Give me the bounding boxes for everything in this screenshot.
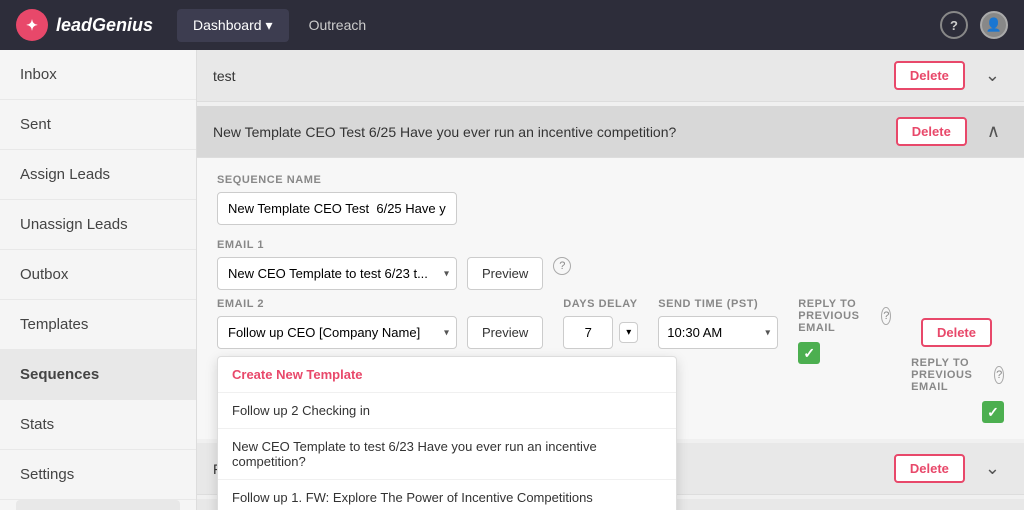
- sequence-header-test: test Delete ⌄: [197, 50, 1024, 102]
- email2-dropdown: Create New Template Follow up 2 Checking…: [217, 356, 677, 510]
- sequence-title-ceo: New Template CEO Test 6/25 Have you ever…: [213, 124, 896, 140]
- reply2-checkbox[interactable]: [982, 401, 1004, 423]
- logo-text: leadGenius: [56, 15, 153, 36]
- reply2-help-icon[interactable]: ?: [994, 366, 1004, 384]
- sidebar-item-sent[interactable]: Sent: [0, 100, 196, 150]
- sidebar-item-templates[interactable]: Templates: [0, 300, 196, 350]
- days-delay-label: DAYS DELAY: [563, 298, 638, 310]
- create-new-template-item[interactable]: Create New Template: [218, 357, 676, 393]
- reply-checkbox[interactable]: [798, 342, 820, 364]
- dropdown-item-2[interactable]: New CEO Template to test 6/23 Have you e…: [218, 429, 676, 480]
- reply-label: REPLY TO PREVIOUS EMAIL: [798, 298, 877, 334]
- logo: ✦ leadGenius: [16, 9, 153, 41]
- sidebar: Inbox Sent Assign Leads Unassign Leads O…: [0, 50, 197, 510]
- sidebar-item-assign-leads[interactable]: Assign Leads: [0, 150, 196, 200]
- sidebar-item-unassign-leads[interactable]: Unassign Leads: [0, 200, 196, 250]
- help-button[interactable]: ?: [940, 11, 968, 39]
- sidebar-item-settings[interactable]: Settings: [0, 450, 196, 500]
- email2-select-wrap: Follow up CEO [Company Name] ▾: [217, 316, 457, 349]
- sequence-name-input[interactable]: [217, 192, 457, 225]
- reply-col: REPLY TO PREVIOUS EMAIL ?: [798, 298, 891, 364]
- delete-email2-button[interactable]: Delete: [921, 318, 992, 347]
- sequence-row-ceo: New Template CEO Test 6/25 Have you ever…: [197, 106, 1024, 439]
- sidebar-item-inbox[interactable]: Inbox: [0, 50, 196, 100]
- sidebar-item-outbox[interactable]: Outbox: [0, 250, 196, 300]
- expand-followup-button[interactable]: ⌄: [977, 454, 1008, 483]
- content-area: test Delete ⌄ New Template CEO Test 6/25…: [197, 50, 1024, 510]
- send-time-select[interactable]: 10:30 AM: [658, 316, 778, 349]
- sequence-name-label: SEQUENCE NAME: [217, 174, 1004, 186]
- sequence-row-test: test Delete ⌄: [197, 50, 1024, 102]
- reply2-label: REPLY TO PREVIOUS EMAIL: [911, 357, 990, 393]
- nav-right: ? 👤: [940, 11, 1008, 39]
- email1-select[interactable]: New CEO Template to test 6/23 t...: [217, 257, 457, 290]
- user-button[interactable]: 👤: [980, 11, 1008, 39]
- email1-select-wrap: New CEO Template to test 6/23 t... ▾: [217, 257, 457, 290]
- sidebar-item-sequences[interactable]: Sequences: [0, 350, 196, 400]
- add-leads-button[interactable]: Add Leads: [16, 500, 180, 510]
- email2-label: EMAIL 2: [217, 298, 543, 310]
- sequence-form-ceo: SEQUENCE NAME EMAIL 1 New CEO Template t…: [197, 158, 1024, 439]
- email1-preview-button[interactable]: Preview: [467, 257, 543, 290]
- collapse-ceo-button[interactable]: ∧: [979, 117, 1008, 146]
- nav-dashboard[interactable]: Dashboard ▾: [177, 9, 289, 42]
- email1-label: EMAIL 1: [217, 239, 1004, 251]
- send-time-col: SEND TIME (PST) 10:30 AM ▾: [658, 298, 778, 349]
- email2-preview-button[interactable]: Preview: [467, 316, 543, 349]
- send-time-wrap: 10:30 AM ▾: [658, 316, 778, 349]
- days-delay-input-wrap: ▾: [563, 316, 638, 349]
- nav-outreach[interactable]: Outreach: [293, 9, 383, 42]
- top-nav: ✦ leadGenius Dashboard ▾ Outreach ? 👤: [0, 0, 1024, 50]
- expand-test-button[interactable]: ⌄: [977, 61, 1008, 90]
- dropdown-item-3[interactable]: Follow up 1. FW: Explore The Power of In…: [218, 480, 676, 510]
- sidebar-item-stats[interactable]: Stats: [0, 400, 196, 450]
- sequence-title-test: test: [213, 68, 894, 84]
- email1-row: New CEO Template to test 6/23 t... ▾ Pre…: [217, 257, 1004, 290]
- dropdown-item-1[interactable]: Follow up 2 Checking in: [218, 393, 676, 429]
- days-delay-col: DAYS DELAY ▾: [563, 298, 638, 349]
- nav-items: Dashboard ▾ Outreach: [177, 9, 940, 42]
- delete-ceo-header-button[interactable]: Delete: [896, 117, 967, 146]
- sequence-header-ceo: New Template CEO Test 6/25 Have you ever…: [197, 106, 1024, 158]
- reply2-label-row: REPLY TO PREVIOUS EMAIL ?: [911, 357, 1004, 393]
- main-layout: Inbox Sent Assign Leads Unassign Leads O…: [0, 50, 1024, 510]
- reply-help-icon[interactable]: ?: [881, 307, 891, 325]
- email2-row: Follow up CEO [Company Name] ▾ Preview C…: [217, 316, 543, 349]
- email1-help-icon[interactable]: ?: [553, 257, 571, 275]
- days-delay-input[interactable]: [563, 316, 613, 349]
- email2-delete-col: Delete REPLY TO PREVIOUS EMAIL ?: [911, 298, 1004, 423]
- delete-test-button[interactable]: Delete: [894, 61, 965, 90]
- logo-icon: ✦: [16, 9, 48, 41]
- email2-select[interactable]: Follow up CEO [Company Name]: [217, 316, 457, 349]
- days-arrow-up[interactable]: ▾: [619, 322, 638, 343]
- send-time-label: SEND TIME (PST): [658, 298, 778, 310]
- chevron-down-icon: ▾: [266, 17, 273, 34]
- reply-label-row: REPLY TO PREVIOUS EMAIL ?: [798, 298, 891, 334]
- email2-section: EMAIL 2 Follow up CEO [Company Name] ▾ P…: [217, 298, 543, 357]
- delete-followup-button[interactable]: Delete: [894, 454, 965, 483]
